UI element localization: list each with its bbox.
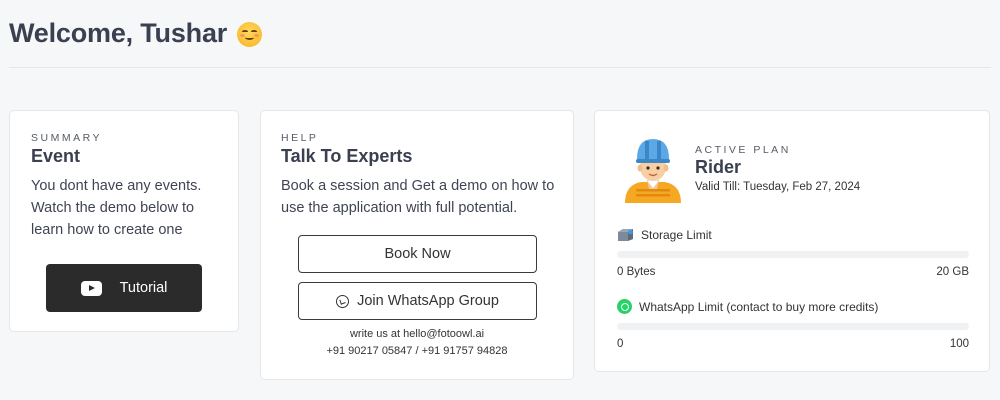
youtube-icon	[80, 280, 102, 296]
whatsapp-limit-label: WhatsApp Limit (contact to buy more cred…	[639, 299, 879, 314]
storage-limit: Storage Limit 0 Bytes 20 GB	[617, 228, 969, 278]
contact-phone: +91 90217 05847 / +91 91757 94828	[326, 345, 508, 357]
whatsapp-max: 100	[949, 338, 969, 350]
whatsapp-icon	[336, 294, 350, 308]
whatsapp-icon	[617, 299, 632, 314]
whatsapp-limit: WhatsApp Limit (contact to buy more cred…	[617, 299, 969, 350]
join-whatsapp-label: Join WhatsApp Group	[357, 293, 499, 309]
storage-min: 0 Bytes	[617, 266, 656, 278]
whatsapp-progress-bar	[617, 323, 969, 330]
welcome-text: Welcome, Tushar	[9, 18, 228, 48]
active-plan-card: ACTIVE PLAN Rider Valid Till: Tuesday, F…	[594, 110, 990, 372]
tutorial-button[interactable]: Tutorial	[46, 264, 202, 312]
help-text: Book a session and Get a demo on how to …	[281, 178, 555, 216]
whatsapp-min: 0	[617, 338, 624, 350]
summary-card: SUMMARY Event You dont have any events. …	[9, 110, 239, 332]
rider-avatar-icon	[625, 139, 681, 203]
summary-eyebrow: SUMMARY	[31, 132, 102, 144]
help-title: Talk To Experts	[281, 146, 413, 166]
join-whatsapp-button[interactable]: Join WhatsApp Group	[298, 282, 537, 320]
plan-valid-till: Valid Till: Tuesday, Feb 27, 2024	[695, 181, 861, 193]
header-divider	[9, 67, 991, 68]
summary-text: You dont have any events. Watch the demo…	[31, 178, 202, 238]
book-now-label: Book Now	[384, 246, 451, 262]
storage-progress-bar	[617, 251, 969, 258]
plan-eyebrow: ACTIVE PLAN	[695, 144, 791, 156]
book-now-button[interactable]: Book Now	[298, 235, 537, 273]
storage-limit-label: Storage Limit	[641, 228, 712, 242]
help-eyebrow: HELP	[281, 132, 319, 144]
summary-title: Event	[31, 146, 81, 166]
tutorial-label: Tutorial	[119, 280, 168, 296]
smiling-face-icon	[237, 22, 263, 47]
storage-icon	[618, 229, 633, 241]
welcome-heading: Welcome, Tushar	[9, 18, 263, 49]
plan-name: Rider	[695, 157, 742, 177]
help-card: HELP Talk To Experts Book a session and …	[260, 110, 574, 380]
contact-email: write us at hello@fotoowl.ai	[349, 328, 485, 340]
storage-max: 20 GB	[936, 266, 969, 278]
